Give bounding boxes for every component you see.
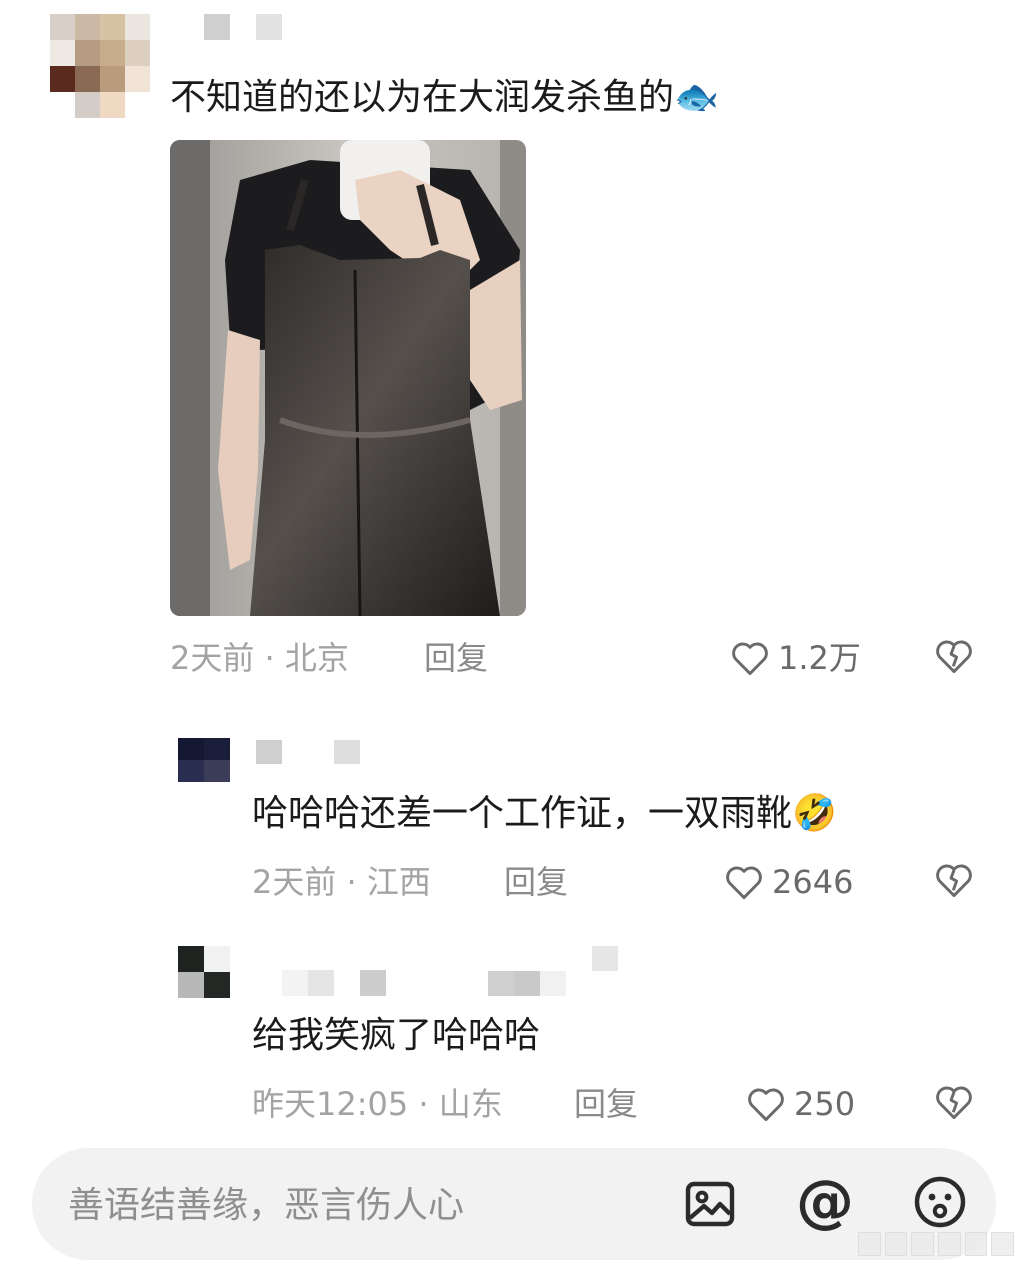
broken-heart-icon[interactable] xyxy=(932,858,976,902)
mention-icon[interactable]: @ xyxy=(794,1170,856,1232)
laughing-emoji: 🤣 xyxy=(792,793,837,834)
reply-to-username[interactable] xyxy=(488,946,618,996)
like-count: 1.2万 xyxy=(778,639,861,677)
comment-image[interactable] xyxy=(170,140,526,616)
comment-input[interactable]: 善语结善缘，恶言伤人心 xyxy=(68,1184,464,1228)
selfie-photo xyxy=(170,140,526,616)
like-button[interactable]: 1.2万 xyxy=(728,636,861,680)
reply-button[interactable]: 回复 xyxy=(424,638,488,678)
comment-meta: 2天前 · 北京 xyxy=(170,639,349,677)
like-button[interactable]: 250 xyxy=(744,1082,855,1126)
fish-emoji: 🐟 xyxy=(674,77,719,118)
comment-text: 不知道的还以为在大润发杀鱼的🐟 xyxy=(170,77,719,118)
avatar[interactable] xyxy=(178,738,230,782)
heart-outline-icon xyxy=(726,866,762,900)
like-count: 250 xyxy=(794,1085,856,1123)
reply-button[interactable]: 回复 xyxy=(574,1084,638,1124)
username[interactable] xyxy=(256,740,360,764)
comment-meta: 2天前 · 江西 xyxy=(252,863,431,901)
reply-button[interactable]: 回复 xyxy=(504,862,568,902)
avatar[interactable] xyxy=(50,14,150,118)
image-icon[interactable] xyxy=(682,1176,738,1232)
comment-meta: 昨天12:05 · 山东 xyxy=(252,1085,503,1123)
like-button[interactable]: 2646 xyxy=(722,860,853,904)
watermark xyxy=(858,1232,1015,1256)
emoji-icon[interactable] xyxy=(912,1174,968,1230)
like-count: 2646 xyxy=(772,863,854,901)
heart-outline-icon xyxy=(732,642,768,676)
comment-text: 给我笑疯了哈哈哈 xyxy=(252,1015,541,1056)
username[interactable] xyxy=(282,970,386,996)
avatar[interactable] xyxy=(178,946,230,998)
comment-text: 哈哈哈还差一个工作证，一双雨靴🤣 xyxy=(252,793,837,834)
broken-heart-icon[interactable] xyxy=(932,1080,976,1124)
heart-outline-icon xyxy=(748,1088,784,1122)
username[interactable] xyxy=(204,14,284,40)
broken-heart-icon[interactable] xyxy=(932,634,976,678)
